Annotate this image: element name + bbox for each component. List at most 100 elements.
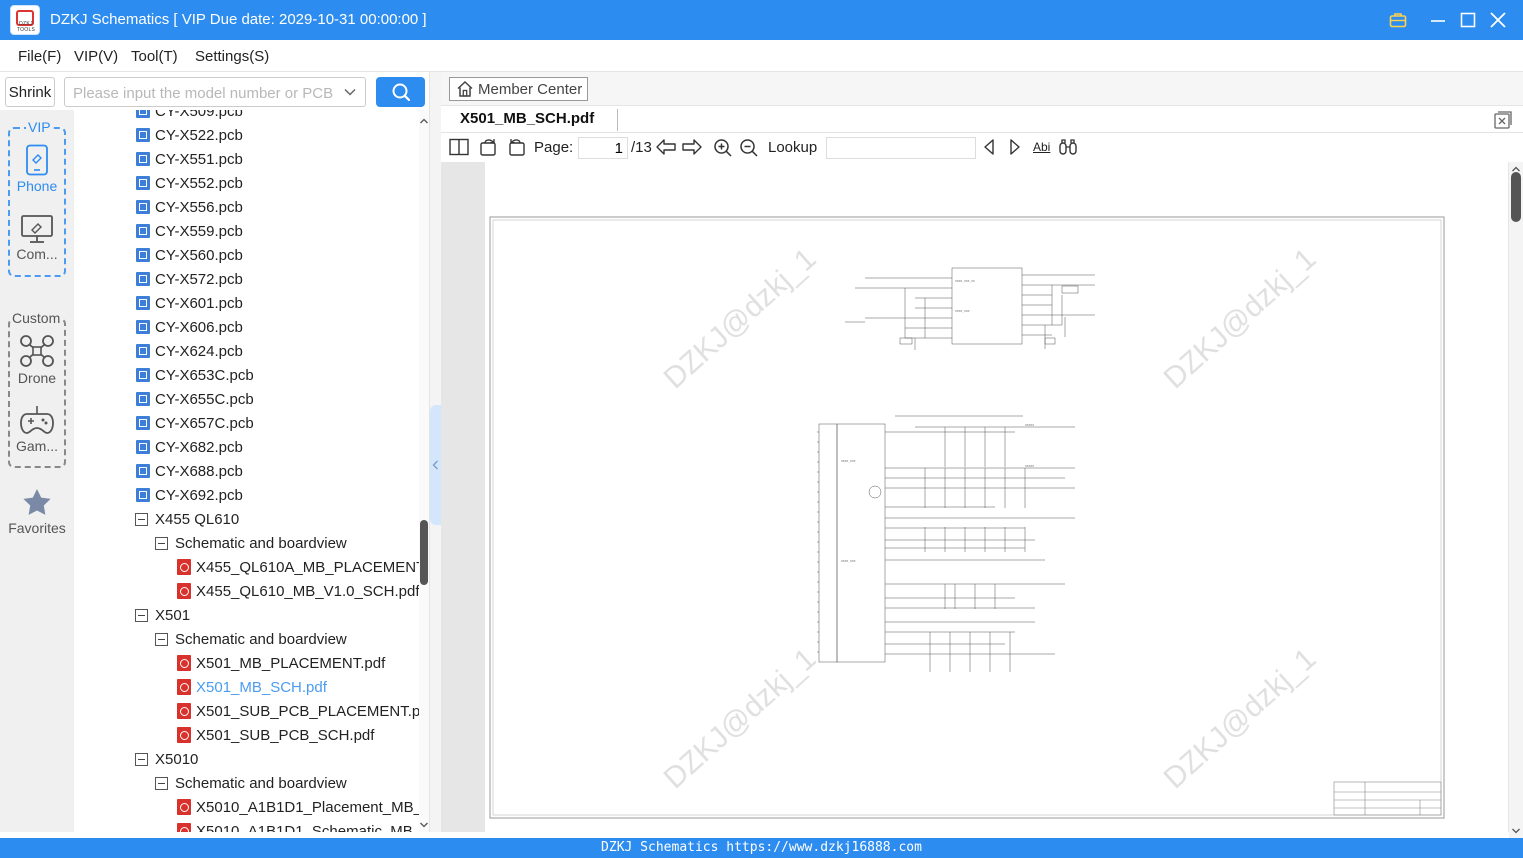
window-title: DZKJ Schematics [ VIP Due date: 2029-10-… xyxy=(50,11,427,28)
rotate-right-icon[interactable] xyxy=(479,138,499,156)
tree-file-item[interactable]: CY-X552.pcb xyxy=(136,171,243,195)
collapse-toggle-icon[interactable] xyxy=(155,776,168,790)
tree-folder-node[interactable]: X501 xyxy=(135,603,190,627)
tree-file-item[interactable]: X501_MB_SCH.pdf xyxy=(177,675,327,699)
pcb-file-icon xyxy=(136,176,150,190)
scroll-down-arrow-icon[interactable] xyxy=(419,820,429,830)
tree-file-item[interactable]: CY-X655C.pcb xyxy=(136,387,254,411)
member-center-label: Member Center xyxy=(478,80,583,98)
close-document-icon[interactable] xyxy=(1494,111,1512,129)
find-previous-icon[interactable] xyxy=(982,138,996,156)
menu-bar: File(F) VIP(V) Tool(T) Settings(S) xyxy=(0,40,1523,72)
tree-folder-node[interactable]: X455 QL610 xyxy=(135,507,239,531)
tree-file-item[interactable]: CY-X556.pcb xyxy=(136,195,243,219)
pdf-file-icon xyxy=(177,823,191,832)
favorites-button[interactable]: Favorites xyxy=(4,488,70,536)
tree-file-item[interactable]: X455_QL610A_MB_PLACEMENT_V xyxy=(177,555,420,579)
previous-page-icon[interactable] xyxy=(655,138,677,156)
briefcase-icon[interactable] xyxy=(1386,8,1410,32)
rotate-left-icon[interactable] xyxy=(506,138,526,156)
tree-scrollbar[interactable] xyxy=(419,110,429,832)
minimize-button[interactable] xyxy=(1426,8,1450,32)
zoom-in-icon[interactable] xyxy=(713,138,733,158)
tree-scrollbar-thumb[interactable] xyxy=(420,520,428,585)
menu-settings[interactable]: Settings(S) xyxy=(195,48,269,65)
watermark-text-3: DZKJ@dzkj_1 xyxy=(658,642,823,795)
menu-tool[interactable]: Tool(T) xyxy=(131,48,178,65)
tree-file-item[interactable]: CY-X559.pcb xyxy=(136,219,243,243)
match-case-toggle[interactable]: Abi xyxy=(1033,140,1050,154)
category-game[interactable]: Gam... xyxy=(10,404,64,454)
tree-item-label: CY-X522.pcb xyxy=(155,126,243,144)
pdf-vertical-scrollbar[interactable] xyxy=(1509,162,1523,838)
model-search-combobox[interactable] xyxy=(64,77,366,107)
tree-file-item[interactable]: X501_SUB_PCB_SCH.pdf xyxy=(177,723,374,747)
tree-file-item[interactable]: X5010_A1B1D1_Placement_MB_V xyxy=(177,795,420,819)
search-button[interactable] xyxy=(376,77,425,107)
status-bar: DZKJ Schematics https://www.dzkj16888.co… xyxy=(0,838,1523,858)
collapse-toggle-icon[interactable] xyxy=(135,752,148,766)
shrink-button[interactable]: Shrink xyxy=(5,77,55,107)
collapse-toggle-icon[interactable] xyxy=(135,608,148,622)
member-center-button[interactable]: Member Center xyxy=(449,77,588,101)
tree-item-label: X501_MB_PLACEMENT.pdf xyxy=(196,654,386,672)
collapse-toggle-icon[interactable] xyxy=(155,536,168,550)
tree-item-label: X5010_A1B1D1_Placement_MB_V xyxy=(196,798,420,816)
tree-file-item[interactable]: CY-X624.pcb xyxy=(136,339,243,363)
search-input[interactable] xyxy=(73,83,333,103)
tree-file-item[interactable]: CY-X509.pcb xyxy=(136,110,243,123)
tree-file-item[interactable]: CY-X606.pcb xyxy=(136,315,243,339)
tree-file-item[interactable]: CY-X653C.pcb xyxy=(136,363,254,387)
tree-folder-node[interactable]: Schematic and boardview xyxy=(155,627,347,651)
collapse-toggle-icon[interactable] xyxy=(155,632,168,646)
tree-file-item[interactable]: X455_QL610_MB_V1.0_SCH.pdf xyxy=(177,579,419,603)
scroll-up-arrow-icon[interactable] xyxy=(419,116,429,126)
tab-x501-mb-sch[interactable]: X501_MB_SCH.pdf xyxy=(460,110,594,127)
category-computer[interactable]: Com... xyxy=(10,214,64,262)
pcb-file-icon xyxy=(136,296,150,310)
category-phone[interactable]: Phone xyxy=(10,144,64,194)
maximize-button[interactable] xyxy=(1456,8,1480,32)
tree-file-item[interactable]: X5010_A1B1D1_Schematic_MB_V xyxy=(177,819,420,832)
sidebar-toggle-icon[interactable] xyxy=(449,138,469,156)
tree-folder-node[interactable]: Schematic and boardview xyxy=(155,531,347,555)
zoom-out-icon[interactable] xyxy=(739,138,759,158)
tree-folder-node[interactable]: X5010 xyxy=(135,747,198,771)
tree-file-item[interactable]: CY-X688.pcb xyxy=(136,459,243,483)
tree-file-item[interactable]: CY-X551.pcb xyxy=(136,147,243,171)
page-number-input[interactable] xyxy=(578,137,628,159)
custom-group-label: Custom xyxy=(11,310,62,326)
category-drone[interactable]: Drone xyxy=(10,334,64,386)
tree-file-item[interactable]: CY-X657C.pcb xyxy=(136,411,254,435)
find-next-icon[interactable] xyxy=(1008,138,1022,156)
category-game-label: Gam... xyxy=(15,438,58,454)
chevron-down-icon[interactable] xyxy=(343,85,357,102)
lookup-input[interactable] xyxy=(826,137,976,159)
collapse-sidebar-handle[interactable] xyxy=(430,405,441,525)
tree-item-label: X501_SUB_PCB_PLACEMENT.pdf xyxy=(196,702,420,720)
tab-divider xyxy=(617,109,618,131)
watermark-text-1: DZKJ@dzkj_1 xyxy=(658,242,823,395)
next-page-icon[interactable] xyxy=(681,138,703,156)
tree-file-item[interactable]: CY-X601.pcb xyxy=(136,291,243,315)
tree-file-item[interactable]: CY-X522.pcb xyxy=(136,123,243,147)
tree-file-item[interactable]: X501_SUB_PCB_PLACEMENT.pdf xyxy=(177,699,420,723)
tree-item-label: CY-X560.pcb xyxy=(155,246,243,264)
tree-file-item[interactable]: CY-X692.pcb xyxy=(136,483,243,507)
custom-category-group: Custom Drone Gam... xyxy=(8,310,66,468)
pdf-scroll-down-icon[interactable] xyxy=(1511,826,1521,836)
binoculars-icon[interactable] xyxy=(1058,138,1078,156)
tree-item-label: CY-X572.pcb xyxy=(155,270,243,288)
close-button[interactable] xyxy=(1486,8,1510,32)
menu-file[interactable]: File(F) xyxy=(18,48,61,65)
pdf-scrollbar-thumb[interactable] xyxy=(1511,172,1521,222)
pcb-file-icon xyxy=(136,200,150,214)
menu-vip[interactable]: VIP(V) xyxy=(74,48,118,65)
pcb-file-icon xyxy=(136,464,150,478)
tree-file-item[interactable]: CY-X560.pcb xyxy=(136,243,243,267)
collapse-toggle-icon[interactable] xyxy=(135,512,148,526)
tree-file-item[interactable]: CY-X572.pcb xyxy=(136,267,243,291)
tree-folder-node[interactable]: Schematic and boardview xyxy=(155,771,347,795)
tree-file-item[interactable]: CY-X682.pcb xyxy=(136,435,243,459)
tree-file-item[interactable]: X501_MB_PLACEMENT.pdf xyxy=(177,651,385,675)
